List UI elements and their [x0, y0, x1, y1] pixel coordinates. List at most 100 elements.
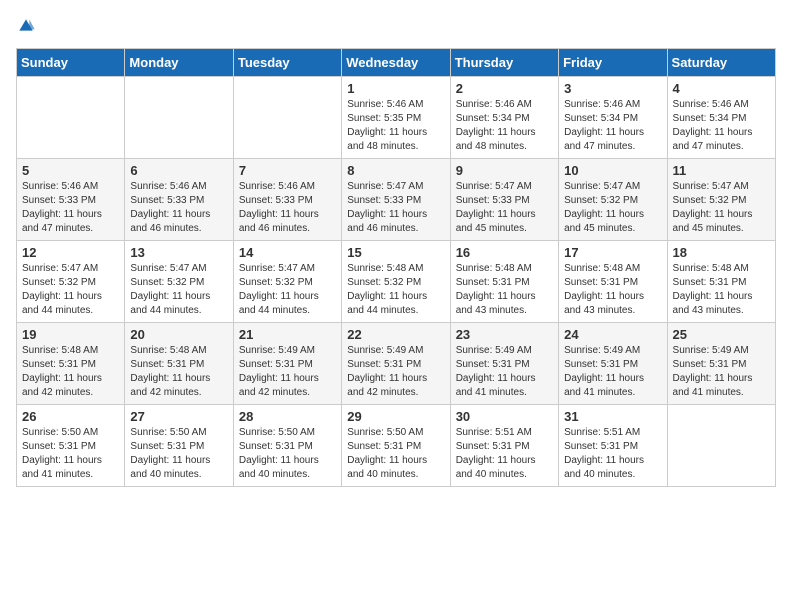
- calendar-cell: 8 Sunrise: 5:47 AM Sunset: 5:33 PM Daylig…: [342, 159, 450, 241]
- calendar-week-row: 1Sunrise: 5:46 AM Sunset: 5:35 PM Daylig…: [17, 77, 776, 159]
- day-info: Sunrise: 5:46 AM Sunset: 5:33 PM Dayligh…: [239, 180, 336, 236]
- day-info: Sunrise: 5:51 AM Sunset: 5:31 PM Dayligh…: [456, 426, 553, 482]
- calendar-cell: [17, 77, 125, 159]
- day-number: 17: [564, 245, 661, 260]
- day-info: Sunrise: 5:48 AM Sunset: 5:32 PM Dayligh…: [347, 262, 444, 318]
- day-number: 25: [673, 327, 770, 342]
- day-info: Sunrise: 5:47 AM Sunset: 5:32 PM Dayligh…: [564, 180, 661, 236]
- logo-icon: [16, 16, 36, 36]
- day-info: Sunrise: 5:49 AM Sunset: 5:31 PM Dayligh…: [456, 344, 553, 400]
- day-info: Sunrise: 5:48 AM Sunset: 5:31 PM Dayligh…: [564, 262, 661, 318]
- calendar-cell: 21 Sunrise: 5:49 AM Sunset: 5:31 PM Dayli…: [233, 323, 341, 405]
- calendar-cell: 4 Sunrise: 5:46 AM Sunset: 5:34 PM Daylig…: [667, 77, 775, 159]
- logo: [16, 16, 40, 36]
- day-number: 16: [456, 245, 553, 260]
- calendar-week-row: 19 Sunrise: 5:48 AM Sunset: 5:31 PM Dayli…: [17, 323, 776, 405]
- day-info: Sunrise: 5:48 AM Sunset: 5:31 PM Dayligh…: [22, 344, 119, 400]
- header: [16, 16, 776, 36]
- day-info: Sunrise: 5:46 AM Sunset: 5:34 PM Dayligh…: [456, 98, 553, 154]
- day-info: Sunrise: 5:49 AM Sunset: 5:31 PM Dayligh…: [673, 344, 770, 400]
- calendar-cell: 10 Sunrise: 5:47 AM Sunset: 5:32 PM Dayli…: [559, 159, 667, 241]
- day-number: 10: [564, 163, 661, 178]
- day-info: Sunrise: 5:46 AM Sunset: 5:35 PM Dayligh…: [347, 98, 444, 154]
- day-number: 19: [22, 327, 119, 342]
- day-info: Sunrise: 5:46 AM Sunset: 5:33 PM Dayligh…: [22, 180, 119, 236]
- calendar-cell: 16Sunrise: 5:48 AM Sunset: 5:31 PM Dayli…: [450, 241, 558, 323]
- calendar-cell: 17 Sunrise: 5:48 AM Sunset: 5:31 PM Dayli…: [559, 241, 667, 323]
- day-info: Sunrise: 5:49 AM Sunset: 5:31 PM Dayligh…: [347, 344, 444, 400]
- calendar-week-row: 12 Sunrise: 5:47 AM Sunset: 5:32 PM Dayli…: [17, 241, 776, 323]
- calendar-cell: 2 Sunrise: 5:46 AM Sunset: 5:34 PM Daylig…: [450, 77, 558, 159]
- calendar-cell: 20 Sunrise: 5:48 AM Sunset: 5:31 PM Dayli…: [125, 323, 233, 405]
- day-number: 11: [673, 163, 770, 178]
- day-header-sunday: Sunday: [17, 49, 125, 77]
- day-number: 13: [130, 245, 227, 260]
- day-info: Sunrise: 5:50 AM Sunset: 5:31 PM Dayligh…: [239, 426, 336, 482]
- day-number: 20: [130, 327, 227, 342]
- calendar-header-row: SundayMondayTuesdayWednesdayThursdayFrid…: [17, 49, 776, 77]
- day-number: 14: [239, 245, 336, 260]
- calendar-cell: 3 Sunrise: 5:46 AM Sunset: 5:34 PM Daylig…: [559, 77, 667, 159]
- day-info: Sunrise: 5:49 AM Sunset: 5:31 PM Dayligh…: [239, 344, 336, 400]
- calendar-cell: 19 Sunrise: 5:48 AM Sunset: 5:31 PM Dayli…: [17, 323, 125, 405]
- day-number: 29: [347, 409, 444, 424]
- calendar-cell: 27 Sunrise: 5:50 AM Sunset: 5:31 PM Dayli…: [125, 405, 233, 487]
- calendar-cell: 24 Sunrise: 5:49 AM Sunset: 5:31 PM Dayli…: [559, 323, 667, 405]
- day-info: Sunrise: 5:51 AM Sunset: 5:31 PM Dayligh…: [564, 426, 661, 482]
- day-header-wednesday: Wednesday: [342, 49, 450, 77]
- day-number: 21: [239, 327, 336, 342]
- day-info: Sunrise: 5:47 AM Sunset: 5:32 PM Dayligh…: [130, 262, 227, 318]
- day-info: Sunrise: 5:47 AM Sunset: 5:32 PM Dayligh…: [22, 262, 119, 318]
- calendar-cell: 26 Sunrise: 5:50 AM Sunset: 5:31 PM Dayli…: [17, 405, 125, 487]
- day-info: Sunrise: 5:47 AM Sunset: 5:32 PM Dayligh…: [673, 180, 770, 236]
- calendar-week-row: 5 Sunrise: 5:46 AM Sunset: 5:33 PM Daylig…: [17, 159, 776, 241]
- day-number: 26: [22, 409, 119, 424]
- day-number: 15: [347, 245, 444, 260]
- day-number: 18: [673, 245, 770, 260]
- day-info: Sunrise: 5:48 AM Sunset: 5:31 PM Dayligh…: [130, 344, 227, 400]
- day-info: Sunrise: 5:50 AM Sunset: 5:31 PM Dayligh…: [130, 426, 227, 482]
- day-number: 2: [456, 81, 553, 96]
- calendar-cell: 29Sunrise: 5:50 AM Sunset: 5:31 PM Dayli…: [342, 405, 450, 487]
- day-info: Sunrise: 5:47 AM Sunset: 5:33 PM Dayligh…: [347, 180, 444, 236]
- day-header-monday: Monday: [125, 49, 233, 77]
- day-number: 8: [347, 163, 444, 178]
- calendar-cell: 11 Sunrise: 5:47 AM Sunset: 5:32 PM Dayli…: [667, 159, 775, 241]
- day-number: 7: [239, 163, 336, 178]
- calendar-cell: [233, 77, 341, 159]
- calendar-cell: 15 Sunrise: 5:48 AM Sunset: 5:32 PM Dayli…: [342, 241, 450, 323]
- day-header-thursday: Thursday: [450, 49, 558, 77]
- day-header-friday: Friday: [559, 49, 667, 77]
- day-number: 24: [564, 327, 661, 342]
- day-number: 4: [673, 81, 770, 96]
- day-info: Sunrise: 5:50 AM Sunset: 5:31 PM Dayligh…: [22, 426, 119, 482]
- calendar-cell: 23 Sunrise: 5:49 AM Sunset: 5:31 PM Dayli…: [450, 323, 558, 405]
- calendar: SundayMondayTuesdayWednesdayThursdayFrid…: [16, 48, 776, 487]
- calendar-cell: [667, 405, 775, 487]
- day-number: 27: [130, 409, 227, 424]
- day-number: 31: [564, 409, 661, 424]
- day-number: 22: [347, 327, 444, 342]
- day-header-tuesday: Tuesday: [233, 49, 341, 77]
- day-number: 30: [456, 409, 553, 424]
- day-info: Sunrise: 5:47 AM Sunset: 5:32 PM Dayligh…: [239, 262, 336, 318]
- calendar-cell: 7 Sunrise: 5:46 AM Sunset: 5:33 PM Daylig…: [233, 159, 341, 241]
- day-info: Sunrise: 5:46 AM Sunset: 5:34 PM Dayligh…: [673, 98, 770, 154]
- day-number: 3: [564, 81, 661, 96]
- calendar-week-row: 26 Sunrise: 5:50 AM Sunset: 5:31 PM Dayli…: [17, 405, 776, 487]
- day-number: 28: [239, 409, 336, 424]
- day-info: Sunrise: 5:46 AM Sunset: 5:34 PM Dayligh…: [564, 98, 661, 154]
- calendar-cell: 6Sunrise: 5:46 AM Sunset: 5:33 PM Daylig…: [125, 159, 233, 241]
- day-number: 9: [456, 163, 553, 178]
- day-number: 6: [130, 163, 227, 178]
- calendar-cell: 31 Sunrise: 5:51 AM Sunset: 5:31 PM Dayli…: [559, 405, 667, 487]
- calendar-cell: 30 Sunrise: 5:51 AM Sunset: 5:31 PM Dayli…: [450, 405, 558, 487]
- day-number: 5: [22, 163, 119, 178]
- day-info: Sunrise: 5:49 AM Sunset: 5:31 PM Dayligh…: [564, 344, 661, 400]
- calendar-cell: 13 Sunrise: 5:47 AM Sunset: 5:32 PM Dayli…: [125, 241, 233, 323]
- calendar-cell: 28 Sunrise: 5:50 AM Sunset: 5:31 PM Dayli…: [233, 405, 341, 487]
- day-number: 12: [22, 245, 119, 260]
- day-info: Sunrise: 5:47 AM Sunset: 5:33 PM Dayligh…: [456, 180, 553, 236]
- calendar-cell: 22 Sunrise: 5:49 AM Sunset: 5:31 PM Dayli…: [342, 323, 450, 405]
- day-number: 23: [456, 327, 553, 342]
